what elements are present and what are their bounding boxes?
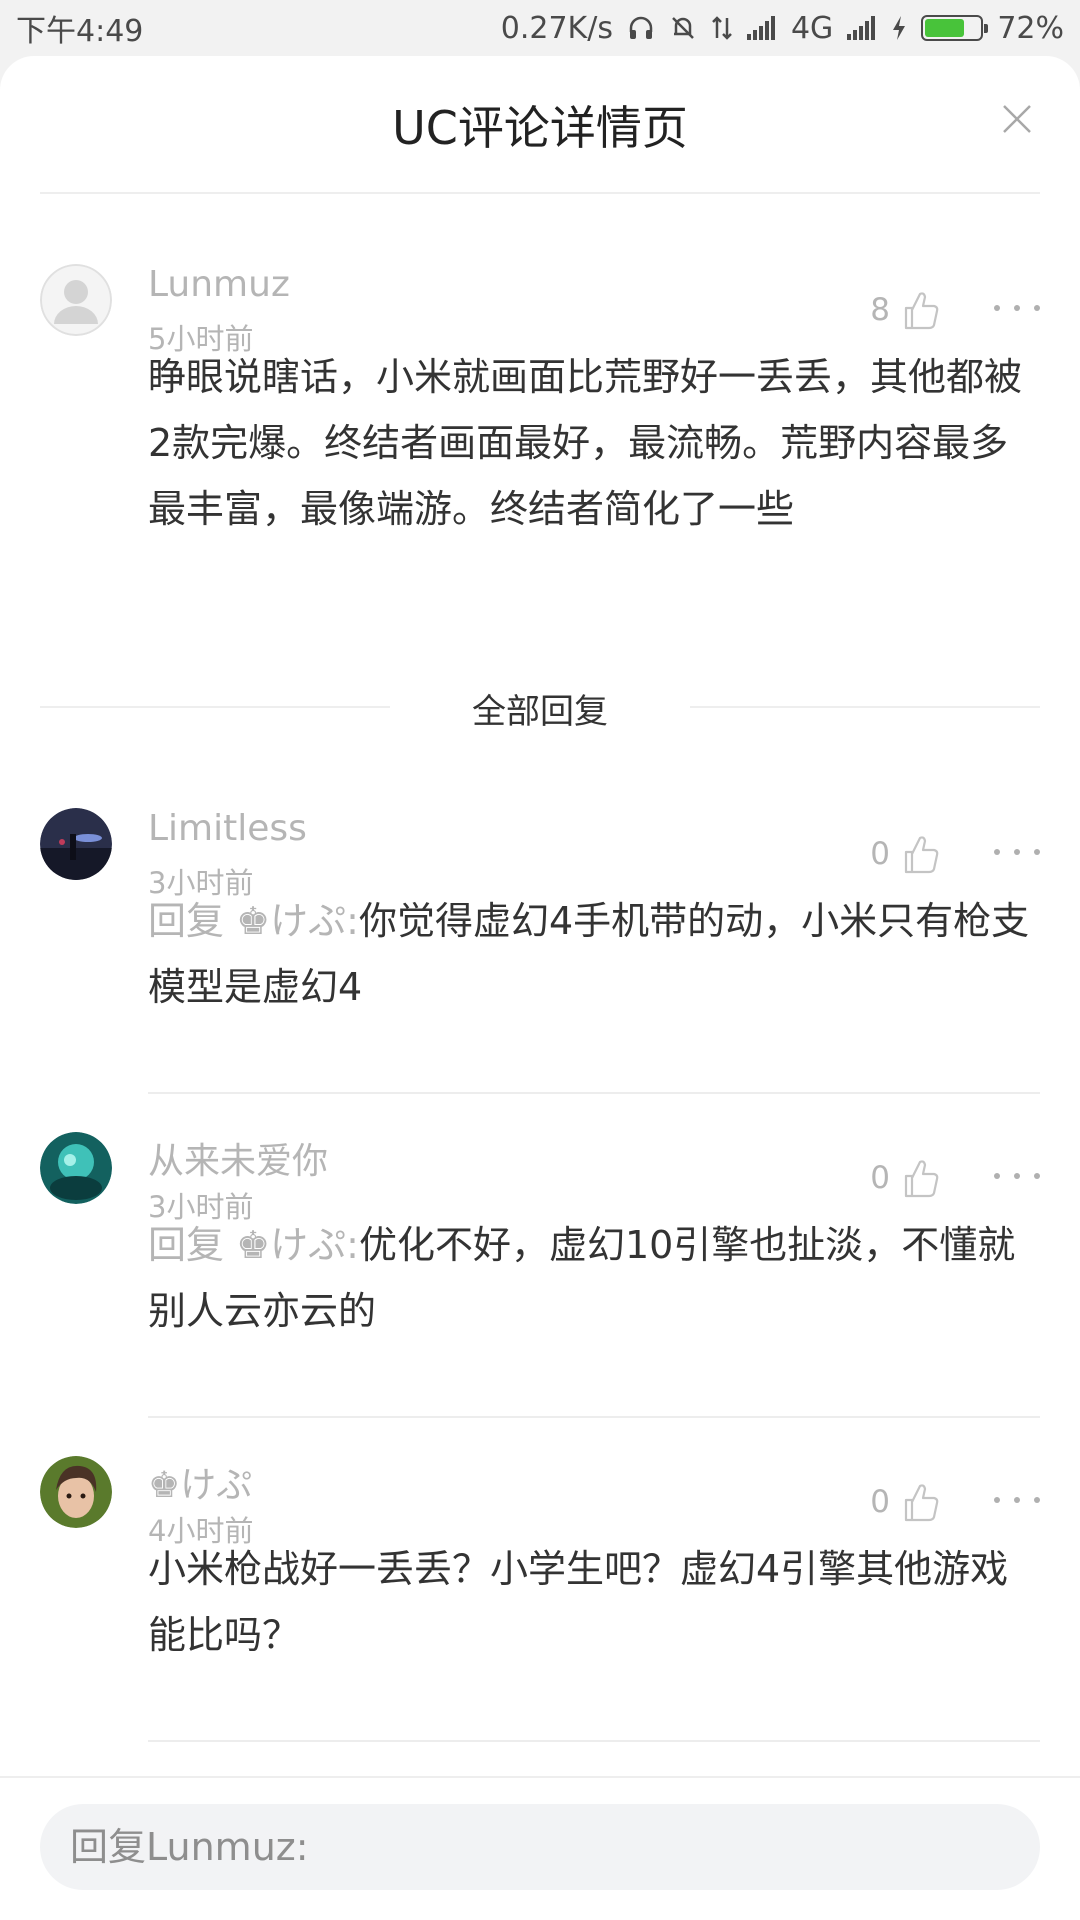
like-button[interactable]: 0	[870, 832, 940, 876]
like-button[interactable]: 0	[870, 1156, 940, 1200]
thumbs-up-icon	[904, 836, 939, 874]
avatar[interactable]	[40, 808, 112, 880]
battery-level	[925, 19, 965, 37]
reply-text: 小米枪战好一丢丢？小学生吧？虚幻4引擎其他游戏能比吗？	[148, 1547, 1009, 1657]
more-options-button[interactable]	[994, 1156, 1040, 1196]
status-time: 下午4:49	[16, 14, 144, 49]
close-button[interactable]	[994, 96, 1040, 142]
reply-input[interactable]	[40, 1804, 1040, 1890]
all-replies-title: 全部回复	[472, 692, 608, 732]
more-options-button[interactable]	[994, 832, 1040, 872]
sheet-header: UC评论详情页	[40, 56, 1040, 194]
reply-item: ♚けぷ 4小时前 0 小米枪战好一丢丢？小学生吧？虚幻4引擎其他游戏能比吗？	[40, 1456, 1040, 1706]
all-replies-header: 全部回复	[40, 684, 1040, 732]
like-count: 0	[870, 1160, 890, 1196]
username[interactable]: Limitless	[148, 808, 307, 849]
avatar-image-teal-scene	[40, 1132, 112, 1204]
avatar-image-night-scene	[40, 808, 112, 880]
username[interactable]: 从来未爱你	[148, 1132, 328, 1184]
like-count: 8	[870, 292, 890, 328]
comment-text: 睁眼说瞎话，小米就画面比荒野好一丢丢，其他都被2款完爆。终结者画面最好，最流畅。…	[148, 355, 1023, 531]
signal-icon	[746, 16, 777, 40]
charging-icon	[891, 14, 907, 42]
more-options-button[interactable]	[994, 1480, 1040, 1520]
reply-text: 回复 ♚けぷ:优化不好，虚幻10引擎也扯淡，不懂就别人云亦云的	[148, 1212, 1040, 1344]
avatar-image-portrait	[40, 1456, 112, 1528]
comment-detail-sheet: UC评论详情页 Lunmuz 5小时前 8 睁眼说瞎话，小米就画面比荒野好一丢丢…	[0, 56, 1080, 1920]
battery-percent: 72%	[997, 10, 1064, 46]
signal-icon-2	[847, 16, 877, 40]
thumbs-up-icon	[904, 1160, 939, 1198]
close-icon	[1003, 105, 1031, 133]
mute-bell-icon	[669, 14, 697, 42]
reply-item: Limitless 3小时前 0 回复 ♚けぷ:你觉得虚幻4手机带的动，小米只有…	[40, 808, 1040, 1058]
thumbs-up-icon	[904, 1484, 939, 1522]
battery-icon	[921, 15, 989, 41]
like-count: 0	[870, 1484, 890, 1520]
reply-to-label[interactable]: 回复 ♚けぷ:	[148, 1223, 359, 1267]
reply-text: 回复 ♚けぷ:你觉得虚幻4手机带的动，小米只有枪支模型是虚幻4	[148, 888, 1040, 1020]
like-button[interactable]: 0	[870, 1480, 940, 1524]
more-options-button[interactable]	[994, 288, 1040, 328]
thumbs-up-icon	[904, 292, 939, 330]
avatar-default[interactable]	[40, 264, 112, 336]
like-button[interactable]: 8	[870, 288, 940, 332]
divider	[148, 1740, 1040, 1742]
status-icons: 0.27K/s 4G 72%	[501, 11, 1064, 46]
reply-item: 从来未爱你 3小时前 0 回复 ♚けぷ:优化不好，虚幻10引擎也扯淡，不懂就别人…	[40, 1132, 1040, 1382]
data-transfer-icon	[711, 14, 733, 42]
network-type: 4G	[790, 10, 834, 46]
reply-bar	[0, 1776, 1080, 1920]
avatar[interactable]	[40, 1132, 112, 1204]
network-speed: 0.27K/s	[500, 10, 613, 46]
username[interactable]: Lunmuz	[148, 264, 290, 305]
divider-right	[690, 706, 1040, 708]
username[interactable]: ♚けぷ	[148, 1456, 252, 1508]
avatar[interactable]	[40, 1456, 112, 1528]
status-bar: 下午4:49 0.27K/s 4G 72%	[0, 0, 1080, 56]
divider	[148, 1092, 1040, 1094]
divider	[148, 1416, 1040, 1418]
page-title: UC评论详情页	[392, 101, 688, 155]
user-placeholder-icon	[40, 264, 112, 336]
headphone-icon	[627, 14, 655, 42]
reply-to-label[interactable]: 回复 ♚けぷ:	[148, 899, 359, 943]
like-count: 0	[870, 836, 890, 872]
main-comment: Lunmuz 5小时前 8 睁眼说瞎话，小米就画面比荒野好一丢丢，其他都被2款完…	[40, 264, 1040, 644]
